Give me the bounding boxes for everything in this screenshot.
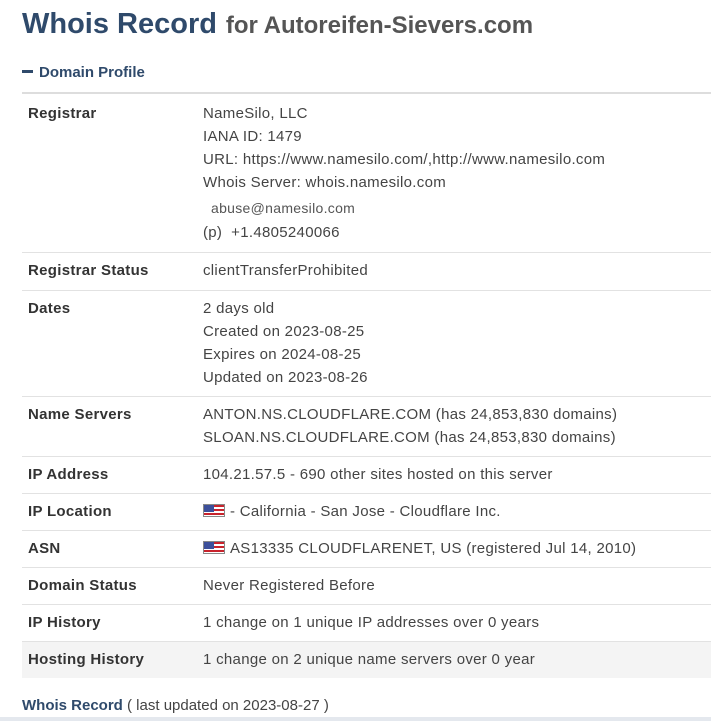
domain-profile-table: Registrar NameSilo, LLC IANA ID: 1479 UR…: [22, 94, 711, 678]
domain-age: 2 days old: [203, 299, 275, 317]
asn-value: AS13335 CLOUDFLARENET, US (registered Ju…: [203, 530, 711, 568]
ip-history-label: IP History: [22, 604, 203, 642]
registrar-status-label: Registrar Status: [22, 252, 203, 291]
row-ip-history: IP History 1 change on 1 unique IP addre…: [22, 604, 711, 642]
registrar-status-value: clientTransferProhibited: [203, 252, 711, 291]
registrar-phone: +1.4805240066: [231, 224, 340, 241]
ip-address-label: IP Address: [22, 456, 203, 494]
row-registrar-status: Registrar Status clientTransferProhibite…: [22, 252, 711, 291]
expires-date: Expires on 2024-08-25: [203, 345, 362, 363]
hosting-history-value: 1 change on 2 unique name servers over 0…: [203, 641, 711, 678]
row-dates: Dates 2 days old Created on 2023-08-25 E…: [22, 290, 711, 397]
registrar-label: Registrar: [22, 94, 203, 253]
name-servers-value: ANTON.NS.CLOUDFLARE.COM (has 24,853,830 …: [203, 396, 711, 457]
bottom-divider: [0, 717, 711, 721]
name-servers-label: Name Servers: [22, 396, 203, 457]
registrar-whois-server: Whois Server: whois.namesilo.com: [203, 174, 447, 191]
phone-prefix: (p): [203, 224, 223, 241]
name-server-2: SLOAN.NS.CLOUDFLARE.COM (has 24,853,830 …: [203, 428, 616, 446]
dates-label: Dates: [22, 290, 203, 397]
us-flag-icon: [203, 503, 225, 517]
domain-profile-toggle[interactable]: Domain Profile: [22, 64, 711, 94]
collapse-icon[interactable]: [22, 69, 33, 73]
row-domain-status: Domain Status Never Registered Before: [22, 567, 711, 605]
registrar-email: abuse@namesilo.com: [211, 200, 356, 216]
domain-status-label: Domain Status: [22, 567, 203, 605]
whois-record-link[interactable]: Whois Record: [22, 697, 123, 714]
last-updated-note: ( last updated on 2023-08-27 ): [127, 697, 329, 714]
page-title-domain: for Autoreifen-Sievers.com: [225, 12, 534, 39]
row-ip-address: IP Address 104.21.57.5 - 690 other sites…: [22, 456, 711, 494]
hosting-history-label: Hosting History: [22, 641, 203, 678]
us-flag-icon: [203, 540, 225, 554]
row-asn: ASN AS13335 CLOUDFLARENET, US (registere…: [22, 530, 711, 568]
page-title-main: Whois Record: [22, 8, 217, 40]
ip-history-value: 1 change on 1 unique IP addresses over 0…: [203, 604, 711, 642]
updated-date: Updated on 2023-08-26: [203, 368, 368, 386]
name-server-1: ANTON.NS.CLOUDFLARE.COM (has 24,853,830 …: [203, 405, 618, 423]
registrar-name: NameSilo, LLC: [203, 105, 308, 122]
row-hosting-history: Hosting History 1 change on 2 unique nam…: [22, 641, 711, 678]
domain-profile-label: Domain Profile: [39, 64, 145, 81]
ip-address-value: 104.21.57.5 - 690 other sites hosted on …: [203, 456, 711, 494]
row-registrar: Registrar NameSilo, LLC IANA ID: 1479 UR…: [22, 94, 711, 253]
created-date: Created on 2023-08-25: [203, 322, 365, 340]
registrar-value: NameSilo, LLC IANA ID: 1479 URL: https:/…: [203, 94, 711, 253]
dates-value: 2 days old Created on 2023-08-25 Expires…: [203, 290, 711, 397]
registrar-url: URL: https://www.namesilo.com/,http://ww…: [203, 151, 606, 168]
page-title: Whois Record for Autoreifen-Sievers.com: [22, 2, 533, 46]
asn-text: AS13335 CLOUDFLARENET, US (registered Ju…: [230, 539, 637, 557]
domain-status-value: Never Registered Before: [203, 567, 711, 605]
ip-location-label: IP Location: [22, 493, 203, 531]
whois-record-footer: Whois Record ( last updated on 2023-08-2…: [22, 696, 329, 716]
asn-label: ASN: [22, 530, 203, 568]
ip-location-text: - California - San Jose - Cloudflare Inc…: [230, 502, 501, 520]
row-ip-location: IP Location - California - San Jose - Cl…: [22, 493, 711, 531]
registrar-iana-id: IANA ID: 1479: [203, 128, 302, 145]
registrar-phone-line: (p) +1.4805240066: [203, 221, 711, 244]
row-name-servers: Name Servers ANTON.NS.CLOUDFLARE.COM (ha…: [22, 396, 711, 457]
ip-location-value: - California - San Jose - Cloudflare Inc…: [203, 493, 711, 531]
